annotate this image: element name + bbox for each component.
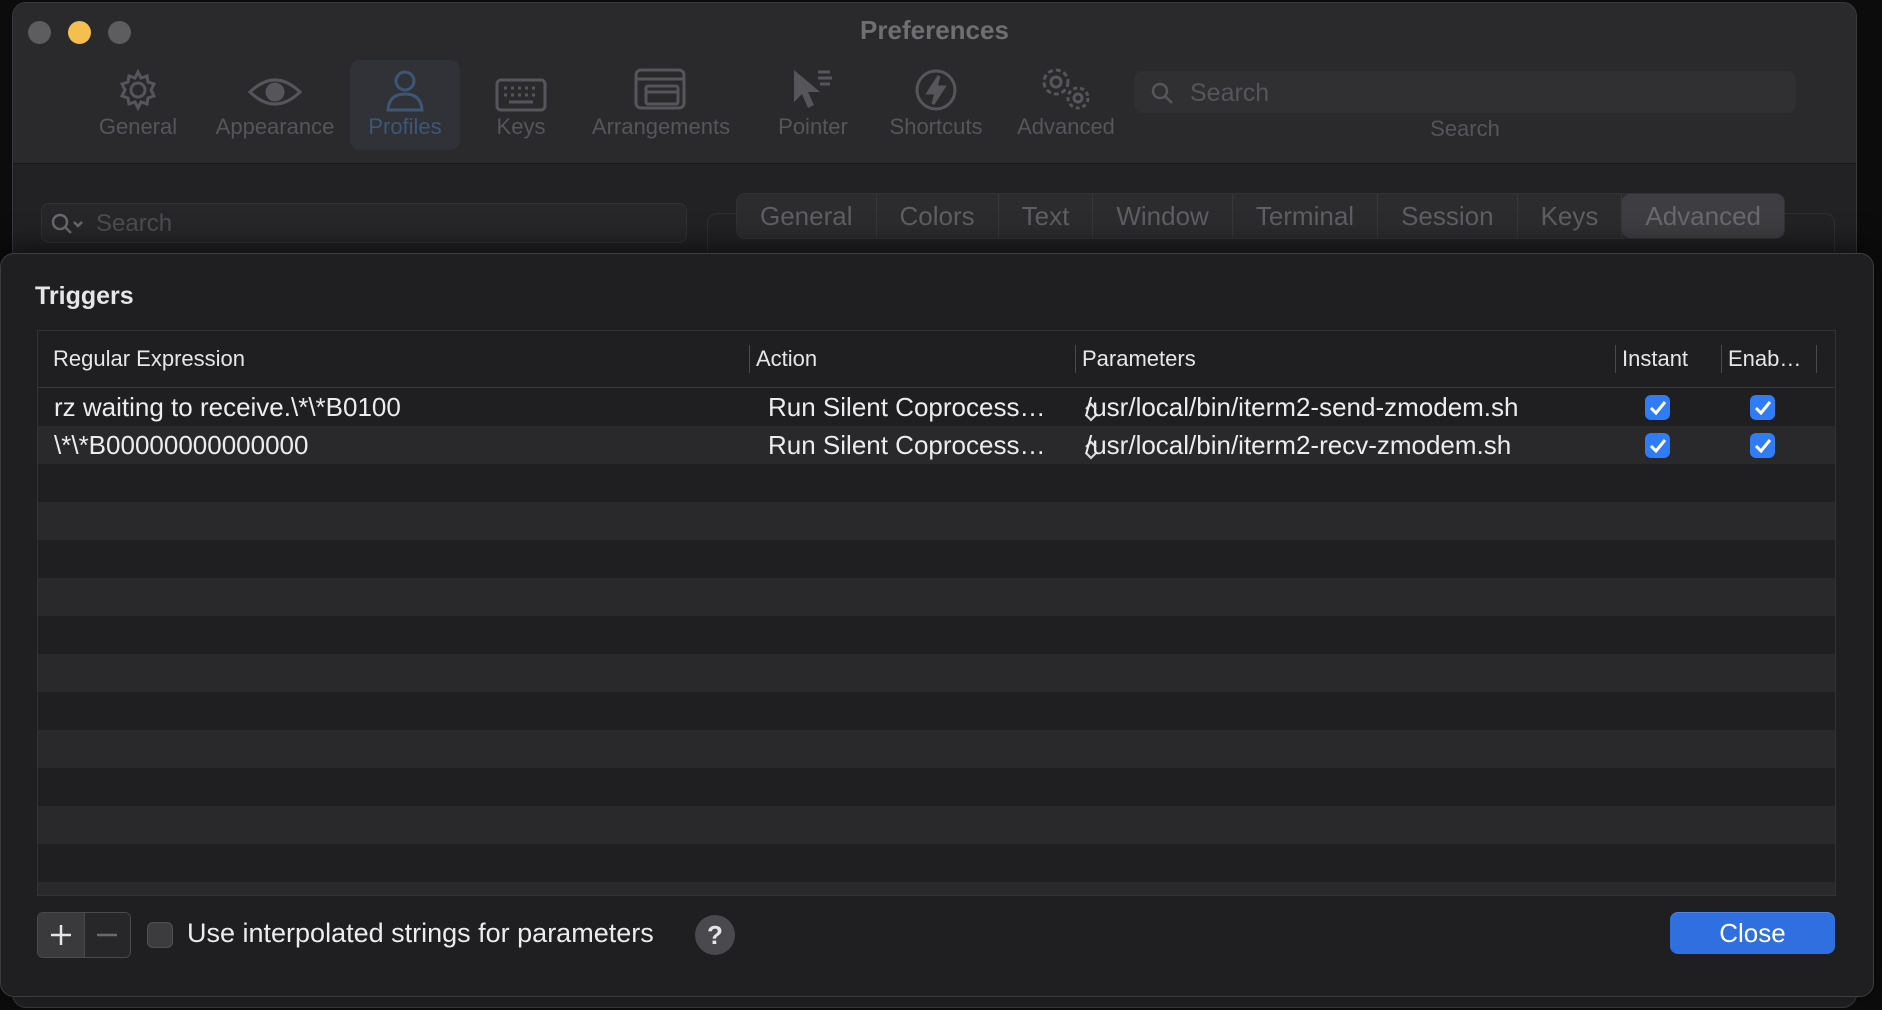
enabled-cell — [1730, 388, 1830, 426]
gear-icon — [116, 60, 160, 112]
interpolated-strings-checkbox[interactable] — [147, 922, 173, 948]
action-value: Run Silent Coprocess… — [768, 430, 1046, 460]
toolbar-pointer-button[interactable]: Pointer — [761, 60, 865, 150]
empty-row — [38, 730, 1835, 768]
column-divider — [1816, 345, 1817, 373]
toolbar-shortcuts-label: Shortcuts — [889, 114, 983, 139]
sheet-title: Triggers — [35, 282, 134, 310]
toolbar-keys-button[interactable]: Keys — [481, 60, 561, 150]
plus-icon — [50, 925, 71, 945]
empty-row — [38, 464, 1835, 502]
lightning-icon — [914, 60, 958, 112]
toolbar: Preferences General Appearance Profiles … — [13, 3, 1856, 164]
action-value: Run Silent Coprocess… — [768, 392, 1046, 422]
column-header-enabled[interactable]: Enab… — [1721, 331, 1821, 387]
tab-session[interactable]: Session — [1378, 194, 1518, 238]
table-header: Regular Expression Action Parameters Ins… — [38, 331, 1835, 388]
toolbar-profiles-label: Profiles — [368, 114, 442, 139]
parameters-cell[interactable]: /usr/local/bin/iterm2-send-zmodem.sh — [1085, 388, 1625, 426]
window-title: Preferences — [860, 15, 1009, 45]
toolbar-search-input[interactable] — [1188, 71, 1752, 115]
remove-trigger-button[interactable] — [84, 913, 130, 957]
add-remove-control — [37, 912, 131, 958]
tab-keys[interactable]: Keys — [1518, 194, 1623, 238]
profile-tabs: General Colors Text Window Terminal Sess… — [736, 193, 1786, 239]
column-header-instant[interactable]: Instant — [1615, 331, 1721, 387]
empty-row — [38, 806, 1835, 844]
help-button[interactable]: ? — [695, 915, 735, 955]
instant-cell — [1624, 426, 1724, 464]
column-header-regex[interactable]: Regular Expression — [46, 331, 784, 387]
toolbar-appearance-label: Appearance — [215, 114, 335, 139]
tab-advanced[interactable]: Advanced — [1622, 194, 1785, 238]
toolbar-advanced-button[interactable]: Advanced — [1003, 60, 1129, 150]
interpolated-strings-label: Use interpolated strings for parameters — [187, 918, 654, 948]
toolbar-arrangements-button[interactable]: Arrangements — [581, 60, 741, 150]
toolbar-general-button[interactable]: General — [85, 60, 191, 150]
empty-row — [38, 768, 1835, 806]
toolbar-general-label: General — [98, 114, 178, 139]
column-header-parameters[interactable]: Parameters — [1075, 331, 1615, 387]
checkmark-icon — [1649, 400, 1666, 415]
toolbar-search-label: Search — [1430, 116, 1500, 141]
close-button[interactable]: Close — [1670, 912, 1835, 954]
search-menu-icon[interactable] — [50, 212, 86, 241]
empty-row — [38, 578, 1835, 616]
profile-search-input[interactable] — [94, 204, 678, 244]
empty-row — [38, 692, 1835, 730]
pointer-icon — [790, 60, 836, 112]
enabled-checkbox[interactable] — [1750, 433, 1775, 458]
toolbar-shortcuts-button[interactable]: Shortcuts — [875, 60, 997, 150]
enabled-cell — [1730, 426, 1830, 464]
table-row[interactable]: rz waiting to receive.\*\*B0100 Run Sile… — [38, 388, 1835, 426]
windows-icon — [634, 60, 688, 112]
tab-general[interactable]: General — [737, 194, 877, 238]
toolbar-search-field[interactable] — [1134, 71, 1796, 115]
regex-cell[interactable]: rz waiting to receive.\*\*B0100 — [54, 388, 776, 426]
gears-icon — [1038, 60, 1094, 112]
action-popup[interactable]: Run Silent Coprocess… — [763, 388, 1103, 426]
person-icon — [385, 60, 425, 112]
search-icon — [1150, 81, 1174, 110]
triggers-table: Regular Expression Action Parameters Ins… — [37, 330, 1836, 896]
enabled-checkbox[interactable] — [1750, 395, 1775, 420]
empty-row — [38, 540, 1835, 578]
checkmark-icon — [1754, 438, 1771, 453]
toolbar-arrangements-label: Arrangements — [591, 114, 731, 139]
tab-text[interactable]: Text — [999, 194, 1094, 238]
profile-search-field[interactable] — [41, 203, 687, 244]
tab-terminal[interactable]: Terminal — [1233, 194, 1379, 238]
minus-icon — [97, 933, 118, 937]
tab-colors[interactable]: Colors — [877, 194, 999, 238]
action-popup[interactable]: Run Silent Coprocess… — [763, 426, 1103, 464]
toolbar-profiles-button[interactable]: Profiles — [350, 60, 460, 150]
empty-row — [38, 654, 1835, 692]
add-trigger-button[interactable] — [38, 913, 85, 957]
column-header-action[interactable]: Action — [749, 331, 1075, 387]
empty-row — [38, 844, 1835, 882]
instant-checkbox[interactable] — [1645, 433, 1670, 458]
table-row[interactable]: \*\*B00000000000000 Run Silent Coprocess… — [38, 426, 1835, 464]
toolbar-advanced-label: Advanced — [1017, 114, 1115, 139]
triggers-sheet: Triggers Regular Expression Action Param… — [0, 253, 1874, 997]
checkmark-icon — [1754, 400, 1771, 415]
instant-checkbox[interactable] — [1645, 395, 1670, 420]
sheet-footer: Use interpolated strings for parameters … — [37, 912, 1837, 960]
checkmark-icon — [1649, 438, 1666, 453]
toolbar-pointer-label: Pointer — [778, 114, 848, 139]
empty-row — [38, 616, 1835, 654]
instant-cell — [1624, 388, 1724, 426]
empty-row — [38, 502, 1835, 540]
table-body: rz waiting to receive.\*\*B0100 Run Sile… — [38, 388, 1835, 895]
tab-window[interactable]: Window — [1093, 194, 1233, 238]
parameters-cell[interactable]: /usr/local/bin/iterm2-recv-zmodem.sh — [1085, 426, 1625, 464]
empty-row — [38, 882, 1835, 895]
eye-icon — [247, 60, 303, 112]
regex-cell[interactable]: \*\*B00000000000000 — [54, 426, 776, 464]
toolbar-appearance-button[interactable]: Appearance — [205, 60, 345, 150]
toolbar-keys-label: Keys — [496, 114, 546, 139]
keyboard-icon — [495, 60, 547, 112]
